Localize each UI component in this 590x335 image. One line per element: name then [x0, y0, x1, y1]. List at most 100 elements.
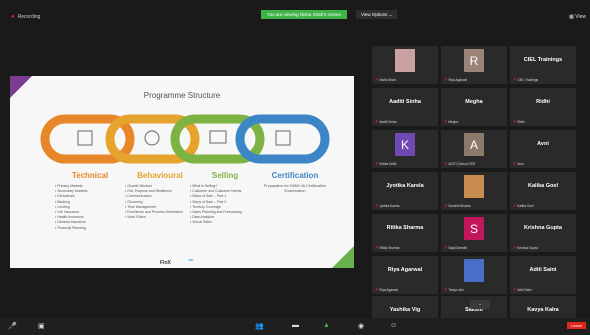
participant-name: CIEL Trainings: [523, 57, 563, 63]
camera-icon[interactable]: ▣: [38, 322, 45, 330]
participant-label: ✗ Ridhi: [513, 119, 525, 124]
participant-tile[interactable]: Ritika Sharma ✗ Ritika Sharma: [372, 214, 438, 252]
participant-label: ✗ Sajal Dimathi: [444, 245, 468, 250]
mic-muted-icon: ✗: [375, 119, 379, 124]
participant-label: ✗ Aaditi Sinha: [375, 119, 397, 124]
participant-label: ✗ ADITI (Owsu) SSR: [444, 161, 476, 166]
mic-muted-icon: ✗: [375, 77, 379, 82]
participant-name: Kalika Goel: [528, 183, 558, 189]
mic-muted-icon: ✗: [375, 287, 379, 292]
participant-name: Ritika Sharma: [386, 225, 424, 231]
participant-tile[interactable]: Riya Agarwal ✗ Riya Agarwal: [372, 256, 438, 294]
mic-muted-icon: ✗: [444, 245, 448, 250]
column-heading: Behavioural: [137, 171, 183, 180]
mic-muted-icon: ✗: [375, 203, 379, 208]
mic-muted-icon: ✗: [513, 119, 517, 124]
leave-button[interactable]: Leave: [567, 322, 586, 329]
participant-name: Riya Agarwal: [387, 267, 423, 273]
slide-title: Programme Structure: [143, 91, 221, 100]
mic-muted-icon: ✗: [444, 119, 448, 124]
puzzle-icon: [77, 130, 93, 146]
participant-name: Aditi Saini: [529, 267, 557, 273]
mic-muted-icon: ✗: [375, 161, 379, 166]
mic-muted-icon: ✗: [444, 203, 448, 208]
record-icon: ●: [11, 14, 15, 20]
recording-indicator: ● Recording: [11, 14, 41, 20]
column-heading: Technical: [71, 171, 109, 180]
reactions-icon[interactable]: ☺: [390, 322, 397, 329]
view-button[interactable]: ▦ View: [569, 14, 586, 20]
participants-icon[interactable]: 👥: [255, 322, 264, 330]
top-bar: ● Recording You are viewing Nisha Shah's …: [0, 0, 590, 30]
participant-label: ✗ Aditi Saini: [513, 287, 532, 292]
participant-tile[interactable]: Avni ✗ Avni: [510, 130, 576, 168]
column-certification: Certification Preparation for NISM VA Ce…: [255, 171, 335, 194]
certification-description: Preparation for NISM VA Certification Ex…: [263, 184, 327, 193]
participant-label: ✗ Ritika Sharma: [375, 245, 400, 250]
participant-tile[interactable]: K ✗ Kritika Sethi: [372, 130, 438, 168]
mic-muted-icon: ✗: [513, 203, 517, 208]
column-heading: Selling: [211, 171, 239, 180]
participant-name: Aaditi Sinha: [389, 99, 421, 105]
participant-tile[interactable]: Jyotika Karela ✗ Jyotika Karela: [372, 172, 438, 210]
participant-label: ✗ Kritika Sethi: [375, 161, 397, 166]
column-heading: Certification: [271, 171, 319, 180]
mic-muted-icon: ✗: [444, 77, 448, 82]
chain-link-certification: [235, 114, 330, 164]
participant-tile[interactable]: ✗ Nisha Shah: [372, 46, 438, 84]
participant-avatar: [464, 175, 484, 198]
participant-name: Jyotika Karela: [386, 183, 424, 189]
participant-avatar: R: [464, 49, 484, 72]
mic-muted-icon: ✗: [513, 77, 517, 82]
participant-avatar: K: [395, 133, 415, 156]
participant-name: Avni: [537, 141, 549, 147]
mic-muted-icon: ✗: [444, 287, 448, 292]
participant-tile[interactable]: ✗ Surabhi Bhadra: [441, 172, 507, 210]
participant-tile[interactable]: Aaditi Sinha ✗ Aaditi Sinha: [372, 88, 438, 126]
participant-tile[interactable]: Ridhi ✗ Ridhi: [510, 88, 576, 126]
participant-tile[interactable]: Megha ✗ Megha: [441, 88, 507, 126]
column-technical: Technical Primary MarketsSecondary Marke…: [55, 171, 125, 231]
people-icon: [144, 130, 160, 146]
chat-icon[interactable]: ▬: [292, 322, 299, 329]
participant-tile[interactable]: ✗ Tanya Jain: [441, 256, 507, 294]
participant-tile[interactable]: A ✗ ADITI (Owsu) SSR: [441, 130, 507, 168]
screen-share-notice: You are viewing Nisha Shah's screen: [261, 10, 347, 19]
column-list: Primary MarketsSecondary MarketsDerivati…: [55, 184, 125, 231]
participant-name: Kavya Kalra: [527, 307, 559, 313]
share-screen-icon[interactable]: ▲: [323, 322, 330, 329]
participant-name: Ridhi: [536, 99, 550, 105]
column-behavioural: Behavioural Growth MindsetGrit, Purpose …: [125, 171, 195, 220]
bottom-toolbar: 🎤 ▣ 👥 ▬ ▲ ◉ ☺ Leave: [0, 318, 590, 335]
participant-tile[interactable]: S ✗ Sajal Dimathi: [441, 214, 507, 252]
participant-tile[interactable]: Kalika Goel ✗ Kalika Goel: [510, 172, 576, 210]
record-button-icon[interactable]: ◉: [358, 322, 364, 330]
participant-label: ✗ Megha: [444, 119, 459, 124]
participant-tile[interactable]: CIEL Trainings ✗ CIEL Trainings: [510, 46, 576, 84]
participant-label: ✗ Avni: [513, 161, 524, 166]
mic-muted-icon[interactable]: 🎤: [8, 322, 17, 330]
participant-tile[interactable]: R ✗ Riya Agarwal: [441, 46, 507, 84]
participant-avatar: [464, 259, 484, 282]
scroll-down-button[interactable]: ⌄: [470, 300, 490, 309]
participant-tile[interactable]: Krishna Gupta ✗ Krishna Gupta: [510, 214, 576, 252]
participant-tile[interactable]: Aditi Saini ✗ Aditi Saini: [510, 256, 576, 294]
participant-label: ✗ Kalika Goel: [513, 203, 534, 208]
participant-name: Yashika Vig: [389, 307, 421, 313]
participant-name: Megha: [465, 99, 483, 105]
participant-label: ✗ Tanya Jain: [444, 287, 464, 292]
view-options-button[interactable]: View Options ⌄: [356, 10, 398, 19]
column-selling: Selling What is Selling?Customer and Cus…: [190, 171, 260, 226]
chain-graphic: [40, 114, 330, 164]
participant-name: Krishna Gupta: [524, 225, 562, 231]
shared-slide: Programme Structure Technical Primary Ma…: [10, 76, 354, 268]
chart-icon: [275, 130, 291, 146]
ciel-logo: ciel: [188, 258, 194, 262]
finx-logo: FinX: [160, 260, 171, 266]
column-list: Growth MindsetGrit, Purpose and Resilien…: [125, 184, 195, 220]
participant-label: ✗ Riya Agarwal: [444, 77, 467, 82]
participant-avatar: S: [464, 217, 484, 240]
participant-label: ✗ Surabhi Bhadra: [444, 203, 471, 208]
participant-label: ✗ CIEL Trainings: [513, 77, 539, 82]
participant-label: ✗ Jyotika Karela: [375, 203, 400, 208]
